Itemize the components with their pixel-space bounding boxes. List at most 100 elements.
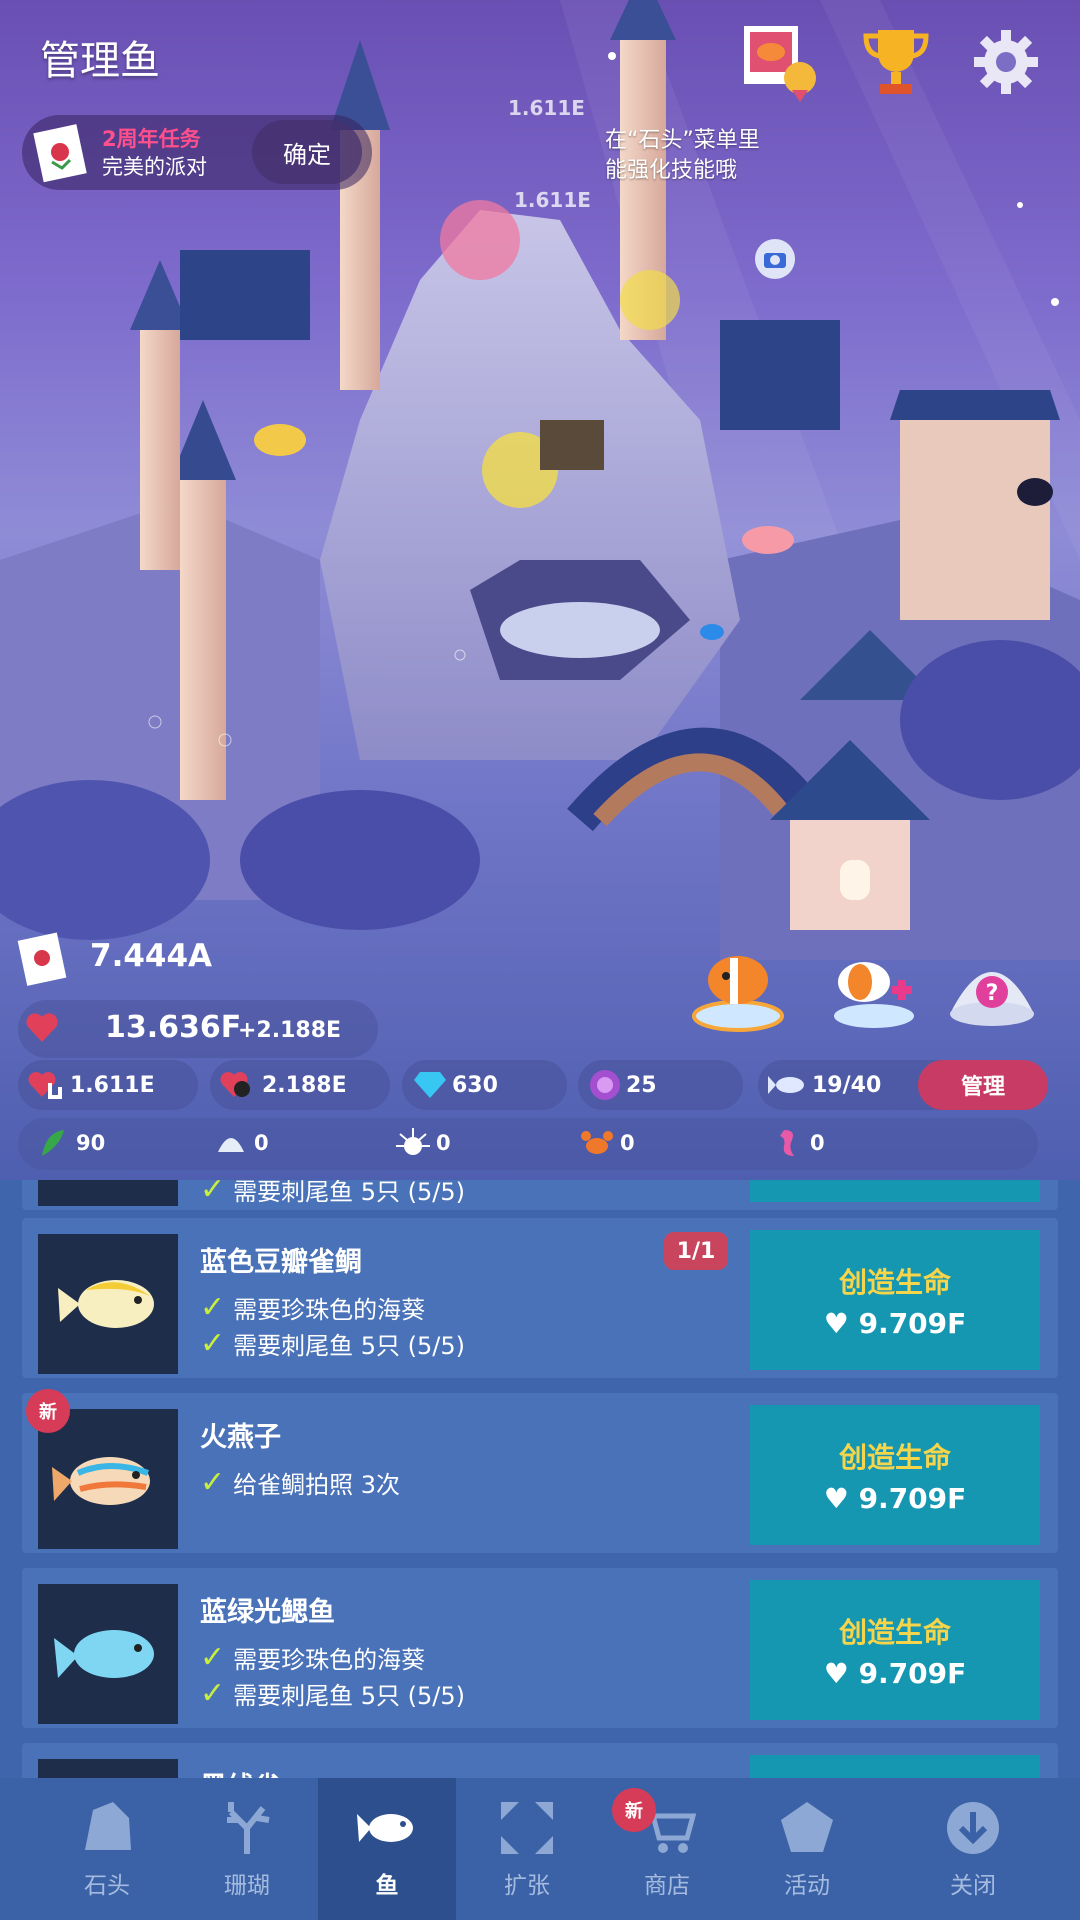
gems-count: 630 xyxy=(452,1072,498,1098)
shell-icon xyxy=(218,1138,244,1152)
fish-icon xyxy=(357,1814,413,1842)
tab-label: 商店 xyxy=(644,1873,690,1899)
check-icon: ✓ xyxy=(200,1326,226,1361)
manage-button[interactable]: 管理 xyxy=(918,1060,1048,1110)
love-card-icon xyxy=(17,932,67,986)
tap-value: 1.611E xyxy=(70,1072,155,1098)
check-icon: ✓ xyxy=(200,1180,226,1207)
tab-label: 关闭 xyxy=(950,1873,996,1899)
create-life-cost: ♥ 9.709F xyxy=(823,1306,967,1340)
seaweed-resource: 90 xyxy=(36,1126,105,1160)
tab-label: 扩张 xyxy=(504,1873,550,1899)
requirement: ✓ 需要刺尾鱼 5只 (5/5) xyxy=(200,1676,466,1711)
tab-rock[interactable]: 石头 xyxy=(38,1778,176,1920)
fish-count: 19/40 xyxy=(812,1072,882,1098)
tab-close[interactable]: 关闭 xyxy=(904,1778,1042,1920)
photo-album-icon[interactable] xyxy=(742,22,822,102)
love-card-count: 7.444A xyxy=(90,938,213,974)
pearls-count: 25 xyxy=(626,1072,657,1098)
fish-icon xyxy=(768,1076,804,1094)
create-life-label: 创造生命 xyxy=(838,1265,951,1299)
camera-bubble-icon[interactable] xyxy=(752,236,798,282)
fish-name: 火燕子 xyxy=(200,1422,281,1453)
heart-timer-icon xyxy=(220,1072,250,1097)
heart-icon: ♥ xyxy=(823,1656,849,1690)
create-life-button[interactable]: 创造生命 ♥ 9.709F xyxy=(750,1405,1040,1545)
heart-icon: ♥ xyxy=(823,1306,849,1340)
tab-event[interactable]: 活动 xyxy=(738,1778,876,1920)
page-title: 管理鱼 xyxy=(40,38,160,84)
seaweed-count: 90 xyxy=(76,1131,106,1155)
settings-gear-icon[interactable] xyxy=(966,22,1046,102)
gems-pill: 630 xyxy=(402,1060,567,1110)
fish-card-partial[interactable]: 黑线雀 xyxy=(22,1743,1058,1778)
pearls-pill: 25 xyxy=(578,1060,743,1110)
check-icon: ✓ xyxy=(200,1640,226,1675)
love-card-icon xyxy=(33,123,87,182)
pearl-icon xyxy=(590,1070,620,1100)
fish-card[interactable]: 新 火燕子 ✓ 给雀鲷拍照 3次 创造生命 ♥ 9.709F xyxy=(22,1389,1058,1553)
yellow-damselfish-icon xyxy=(58,1280,154,1328)
crab-resource: 0 xyxy=(580,1126,635,1160)
hint-line-1: 在“石头”菜单里 xyxy=(605,128,760,153)
clownfish-shell-button[interactable] xyxy=(686,930,790,1034)
tab-coral[interactable]: 珊瑚 xyxy=(178,1778,316,1920)
floating-love-value: 1.611E xyxy=(508,96,585,120)
requirement: ✓ 需要刺尾鱼 5只 (5/5) xyxy=(200,1326,466,1361)
tab-label: 鱼 xyxy=(375,1873,399,1899)
check-icon: ✓ xyxy=(200,1676,226,1711)
create-life-button[interactable] xyxy=(750,1755,1040,1778)
quest-subtitle: 完美的派对 xyxy=(102,154,207,179)
fish-card-partial[interactable]: ✓ 需要刺尾鱼 5只 (5/5) xyxy=(22,1180,1058,1210)
create-life-label: 创造生命 xyxy=(838,1440,951,1474)
seahorse-resource: 0 xyxy=(770,1126,825,1160)
new-badge: 新 xyxy=(26,1389,70,1433)
resources-row xyxy=(18,1118,1038,1170)
tab-expand[interactable]: 扩张 xyxy=(458,1778,596,1920)
blue-green-chromis-icon xyxy=(54,1630,154,1678)
svg-text:?: ? xyxy=(986,981,999,1006)
heart-tap-icon xyxy=(28,1072,62,1099)
tap-value-pill: 1.611E xyxy=(18,1060,198,1110)
quest-confirm-button[interactable]: 确定 xyxy=(252,120,362,184)
fish-name: 黑线雀 xyxy=(200,1765,281,1778)
fish-count-badge: 1/1 xyxy=(664,1232,728,1270)
mystery-shell-button[interactable]: ? xyxy=(940,930,1044,1034)
event-icon xyxy=(781,1802,833,1852)
tab-fish[interactable]: 鱼 xyxy=(318,1778,456,1920)
fish-thumbnail xyxy=(38,1759,178,1778)
trophy-icon[interactable] xyxy=(856,22,936,102)
hint-text: 在“石头”菜单里 能强化技能哦 xyxy=(605,126,760,186)
hint-line-2: 能强化技能哦 xyxy=(605,158,738,183)
crab-icon xyxy=(581,1131,613,1154)
fish-list[interactable]: ✓ 需要刺尾鱼 5只 (5/5) 蓝色豆瓣雀鲷 1/1 ✓ 需要珍珠色的海葵 ✓ 需要… xyxy=(0,1180,1080,1778)
create-life-cost: ♥ 9.709F xyxy=(823,1481,967,1515)
add-fish-shell-button[interactable] xyxy=(822,930,926,1034)
bottom-nav: 石头 珊瑚 鱼 扩张 商店 新 活动 关闭 xyxy=(0,1778,1080,1920)
check-icon: ✓ xyxy=(200,1290,226,1325)
fish-card[interactable]: 蓝绿光鳃鱼 ✓ 需要珍珠色的海葵 ✓ 需要刺尾鱼 5只 (5/5) 创造生命 ♥ 9… xyxy=(22,1568,1058,1728)
crab-count: 0 xyxy=(620,1131,635,1155)
seaweed-icon xyxy=(42,1130,64,1156)
stats-bar: 1.611E 2.188E 630 25 19/40 xyxy=(18,1060,1048,1112)
fish-card[interactable]: 蓝色豆瓣雀鲷 1/1 ✓ 需要珍珠色的海葵 ✓ 需要刺尾鱼 5只 (5/5) 创造生… xyxy=(22,1218,1058,1378)
rock-icon xyxy=(85,1802,131,1850)
create-life-button[interactable]: 创造生命 ♥ 9.709F xyxy=(750,1580,1040,1720)
requirement: ✓ 需要珍珠色的海葵 xyxy=(200,1640,426,1675)
quest-title: 2周年任务 xyxy=(102,126,201,151)
urchin-count: 0 xyxy=(436,1131,451,1155)
create-life-button[interactable] xyxy=(750,1180,1040,1202)
auto-value: 2.188E xyxy=(262,1072,347,1098)
fish-name: 蓝绿光鳃鱼 xyxy=(200,1597,335,1628)
seahorse-icon xyxy=(780,1130,794,1156)
fish-thumbnail xyxy=(38,1584,178,1724)
shell-count: 0 xyxy=(254,1131,269,1155)
aquarium-scene[interactable]: 管理鱼 2周年任务 完美的派对 确定 在“石头”菜单里 能强化技能哦 1.611… xyxy=(0,0,1080,1180)
tab-label: 活动 xyxy=(784,1873,830,1899)
shell-resource: 0 xyxy=(214,1126,269,1160)
sea-urchin-icon xyxy=(396,1128,430,1155)
create-life-button[interactable]: 创造生命 ♥ 9.709F xyxy=(750,1230,1040,1370)
tab-label: 石头 xyxy=(84,1873,130,1899)
requirement: ✓ 需要刺尾鱼 5只 (5/5) xyxy=(200,1180,465,1207)
close-down-icon xyxy=(947,1802,999,1854)
